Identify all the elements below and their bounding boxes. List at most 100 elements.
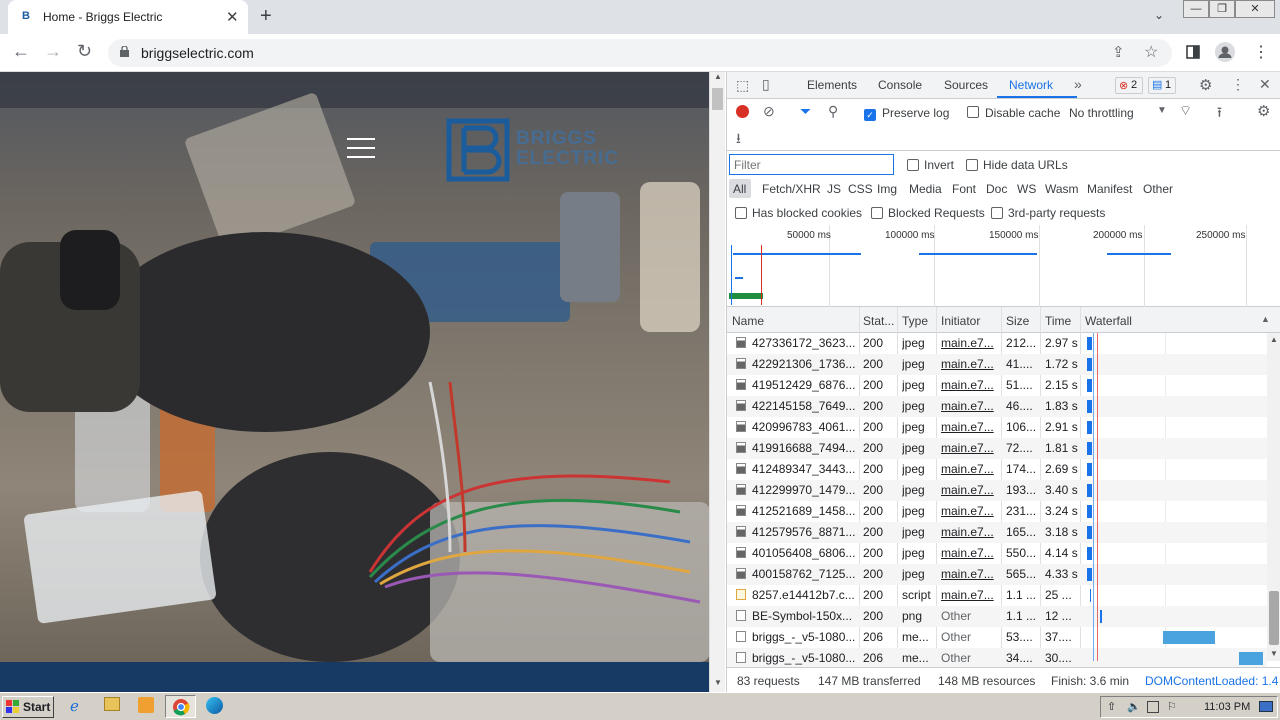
edge-icon[interactable] (206, 697, 223, 714)
tab-close-icon[interactable]: ✕ (226, 8, 239, 26)
tab-sources[interactable]: Sources (944, 78, 988, 92)
cell-initiator[interactable]: main.e7... (941, 483, 999, 497)
address-bar[interactable]: briggselectric.com ⇪ ☆ (108, 39, 1172, 67)
invert-checkbox[interactable] (907, 158, 919, 172)
col-type[interactable]: Type (902, 314, 928, 328)
table-row[interactable]: 400158762_7125... 200 jpeg main.e7... 565...… (727, 564, 1267, 585)
hide-data-urls-checkbox[interactable] (966, 158, 978, 172)
table-row[interactable]: 422145158_7649... 200 jpeg main.e7... 46....… (727, 396, 1267, 417)
messages-badge[interactable]: ▤ 1 (1148, 77, 1176, 94)
table-row[interactable]: 412579576_8871... 200 jpeg main.e7... 165...… (727, 522, 1267, 543)
search-icon[interactable]: ⚲ (828, 103, 838, 120)
cell-initiator[interactable]: main.e7... (941, 420, 999, 434)
type-filter-other[interactable]: Other (1143, 182, 1173, 196)
cell-initiator[interactable]: main.e7... (941, 546, 999, 560)
media-player-icon[interactable] (138, 697, 154, 713)
flag-icon[interactable]: ⚐ (1167, 700, 1177, 713)
cell-initiator[interactable]: main.e7... (941, 336, 999, 350)
tab-console[interactable]: Console (878, 78, 922, 92)
inspect-element-icon[interactable]: ⬚ (736, 77, 749, 94)
site-logo[interactable]: BRIGGS ELECTRIC (446, 118, 666, 182)
cell-initiator[interactable]: main.e7... (941, 525, 999, 539)
table-row[interactable]: 419512429_6876... 200 jpeg main.e7... 51....… (727, 375, 1267, 396)
requests-scrollbar[interactable]: ▲ ▼ (1267, 333, 1280, 661)
cell-initiator[interactable]: main.e7... (941, 399, 999, 413)
throttling-dropdown-icon[interactable]: ▼ (1157, 105, 1167, 116)
import-har-icon[interactable]: ⭱ (1217, 102, 1222, 126)
throttling-select[interactable]: No throttling (1069, 106, 1134, 120)
type-filter-wasm[interactable]: Wasm (1045, 182, 1079, 196)
type-filter-ws[interactable]: WS (1017, 182, 1036, 196)
devtools-menu-icon[interactable]: ⋮ (1231, 76, 1245, 93)
close-devtools-icon[interactable]: ✕ (1259, 76, 1271, 93)
restore-button[interactable]: ❐ (1209, 0, 1235, 18)
folder-icon[interactable] (104, 697, 120, 711)
settings-gear-icon[interactable]: ⚙ (1199, 76, 1212, 94)
tab-search-chevron-icon[interactable]: ⌄ (1154, 8, 1164, 22)
type-filter-css[interactable]: CSS (848, 182, 873, 196)
col-size[interactable]: Size (1006, 314, 1029, 328)
cell-initiator[interactable]: main.e7... (941, 378, 999, 392)
show-desktop-icon[interactable] (1259, 701, 1273, 712)
record-icon[interactable] (736, 105, 749, 118)
close-window-button[interactable]: ✕ (1235, 0, 1275, 18)
tab-elements[interactable]: Elements (807, 78, 857, 92)
table-row[interactable]: 419916688_7494... 200 jpeg main.e7... 72....… (727, 438, 1267, 459)
type-filter-img[interactable]: Img (877, 182, 897, 196)
preserve-log-checkbox[interactable]: ✓ (864, 105, 876, 121)
sort-ascending-icon[interactable]: ▲ (1261, 314, 1270, 324)
network-overview-timeline[interactable]: 50000 ms 100000 ms 150000 ms 200000 ms 2… (727, 225, 1280, 307)
table-row[interactable]: 420996783_4061... 200 jpeg main.e7... 106...… (727, 417, 1267, 438)
type-filter-font[interactable]: Font (952, 182, 976, 196)
network-tray-icon[interactable] (1147, 701, 1159, 713)
table-row[interactable]: 412299970_1479... 200 jpeg main.e7... 193...… (727, 480, 1267, 501)
type-filter-fetch-xhr[interactable]: Fetch/XHR (762, 182, 821, 196)
hamburger-menu-icon[interactable] (347, 138, 375, 160)
table-row[interactable]: briggs_-_v5-1080... 206 me... Other 53.... 37… (727, 627, 1267, 648)
cell-initiator[interactable]: main.e7... (941, 462, 999, 476)
col-waterfall[interactable]: Waterfall (1085, 314, 1132, 328)
device-toolbar-icon[interactable]: ▯ (762, 76, 770, 93)
side-panel-icon[interactable] (1186, 45, 1200, 59)
type-filter-all[interactable]: All (733, 182, 746, 196)
volume-icon[interactable]: 🔈 (1127, 700, 1141, 713)
table-row[interactable]: 8257.e14412b7.c... 200 script main.e7... 1.1… (727, 585, 1267, 606)
table-row[interactable]: 401056408_6806... 200 jpeg main.e7... 550...… (727, 543, 1267, 564)
start-button[interactable]: Start (2, 696, 54, 718)
chrome-menu-icon[interactable]: ⋮ (1253, 42, 1269, 62)
tab-network[interactable]: Network (1009, 78, 1053, 92)
profile-avatar-icon[interactable] (1215, 42, 1235, 62)
table-row[interactable]: BE-Symbol-150x... 200 png Other 1.1 ... 12 ..… (727, 606, 1267, 627)
col-name[interactable]: Name (732, 314, 764, 328)
cell-initiator[interactable]: main.e7... (941, 441, 999, 455)
disable-cache-checkbox[interactable] (967, 105, 979, 119)
tray-expand-icon[interactable]: ⇧ (1107, 700, 1116, 713)
type-filter-js[interactable]: JS (827, 182, 841, 196)
table-row[interactable]: 412489347_3443... 200 jpeg main.e7... 174...… (727, 459, 1267, 480)
new-tab-icon[interactable]: + (260, 5, 272, 28)
table-row[interactable]: 412521689_1458... 200 jpeg main.e7... 231...… (727, 501, 1267, 522)
export-har-icon[interactable]: ⭳ (736, 128, 741, 152)
errors-badge[interactable]: ⊗ 2 (1115, 77, 1143, 94)
third-party-checkbox[interactable] (991, 206, 1003, 220)
filter-input[interactable] (729, 154, 894, 175)
has-blocked-cookies-checkbox[interactable] (735, 206, 747, 220)
forward-icon[interactable]: → (44, 41, 62, 62)
col-initiator[interactable]: Initiator (941, 314, 980, 328)
cell-initiator[interactable]: main.e7... (941, 567, 999, 581)
reload-icon[interactable]: ↻ (77, 41, 92, 62)
type-filter-doc[interactable]: Doc (986, 182, 1007, 196)
table-row[interactable]: 427336172_3623... 200 jpeg main.e7... 212...… (727, 333, 1267, 354)
clear-icon[interactable]: ⊘ (763, 103, 775, 120)
blocked-requests-checkbox[interactable] (871, 206, 883, 220)
col-time[interactable]: Time (1045, 314, 1071, 328)
chrome-taskbar-button[interactable] (165, 695, 196, 718)
cell-initiator[interactable]: main.e7... (941, 357, 999, 371)
cell-initiator[interactable]: main.e7... (941, 588, 999, 602)
cell-initiator[interactable]: main.e7... (941, 504, 999, 518)
clock[interactable]: 11:03 PM (1204, 701, 1250, 713)
back-icon[interactable]: ← (12, 41, 30, 62)
more-tabs-icon[interactable]: » (1074, 76, 1082, 92)
table-row[interactable]: 422921306_1736... 200 jpeg main.e7... 41....… (727, 354, 1267, 375)
table-row[interactable]: briggs_-_v5-1080... 206 me... Other 34.... 30… (727, 648, 1267, 669)
